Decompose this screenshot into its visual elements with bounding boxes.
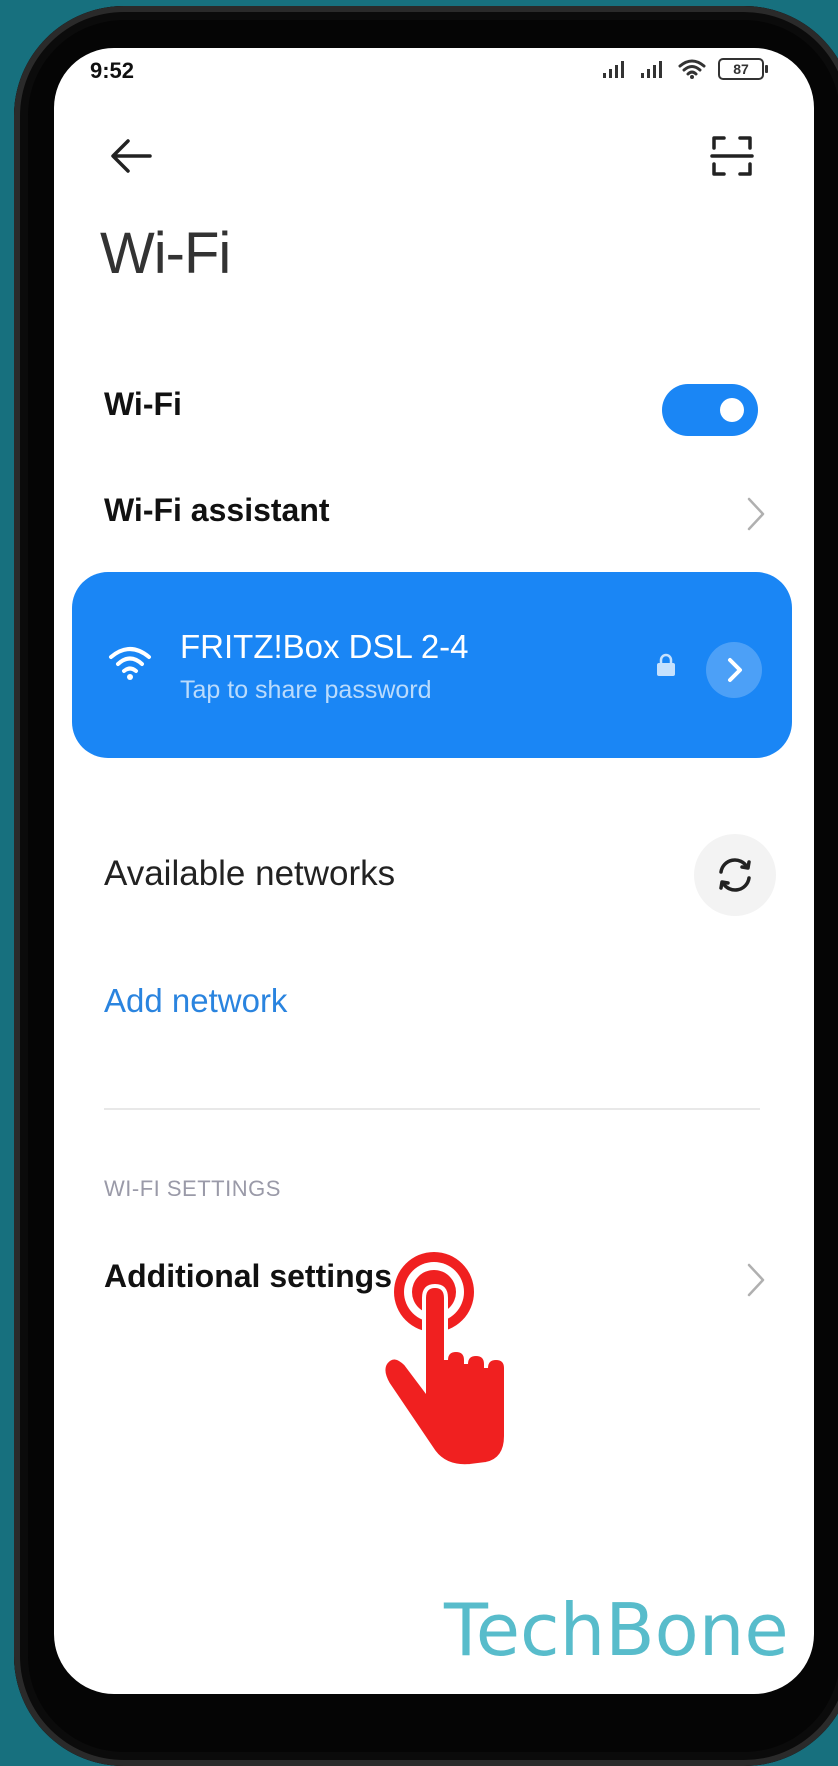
connected-network-card[interactable]: FRITZ!Box DSL 2-4 Tap to share password	[72, 572, 792, 758]
status-time: 9:52	[90, 58, 135, 83]
chevron-right-icon	[747, 1263, 765, 1297]
refresh-icon	[719, 858, 751, 892]
section-header: WI-FI SETTINGS	[104, 1176, 281, 1201]
available-networks-title: Available networks	[104, 854, 396, 893]
chevron-right-icon	[747, 497, 765, 531]
additional-settings-label: Additional settings	[104, 1258, 392, 1294]
toggle-knob	[720, 398, 744, 422]
wifi-toggle-label: Wi-Fi	[104, 386, 182, 422]
page-title: Wi-Fi	[100, 221, 231, 286]
arrow-left-icon	[111, 139, 152, 173]
wifi-assistant-label: Wi-Fi assistant	[104, 492, 330, 528]
chevron-right-icon	[728, 658, 742, 682]
add-network-link[interactable]: Add network	[104, 982, 287, 1020]
phone-screen: 9:52 87 Wi-Fi Wi-Fi Wi-Fi assistant FRIT…	[54, 48, 814, 1694]
battery-icon: 87	[718, 58, 768, 80]
signal-icon	[603, 61, 624, 78]
network-ssid: FRITZ!Box DSL 2-4	[180, 628, 469, 665]
network-subtitle: Tap to share password	[180, 676, 432, 704]
network-details-button[interactable]	[706, 642, 762, 698]
tap-hand-icon	[381, 1252, 508, 1468]
scan-button[interactable]	[702, 126, 762, 186]
wifi-toggle-switch[interactable]	[662, 384, 758, 436]
back-button[interactable]	[102, 126, 162, 186]
signal-icon	[641, 61, 662, 78]
wifi-status-icon	[678, 59, 706, 79]
refresh-button[interactable]	[694, 834, 776, 916]
wifi-icon	[109, 647, 151, 680]
techbone-watermark: TechBone	[444, 1588, 789, 1672]
scan-icon	[710, 136, 754, 176]
status-icons: 87	[602, 58, 768, 80]
lock-icon	[657, 653, 675, 676]
divider	[104, 1108, 760, 1110]
status-bar: 9:52 87	[54, 48, 814, 92]
